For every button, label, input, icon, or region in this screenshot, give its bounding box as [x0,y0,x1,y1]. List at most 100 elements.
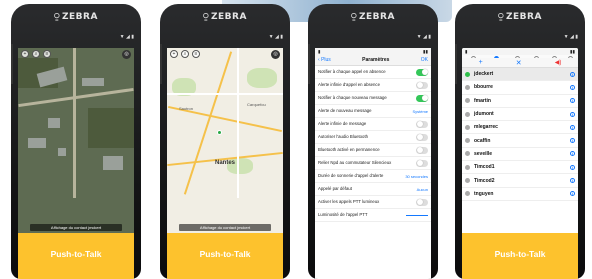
info-icon[interactable]: i [570,151,575,157]
settings-row[interactable]: Relier Npd au commutateur Silencieux [315,157,431,170]
layers-icon[interactable]: ≡ [192,50,200,58]
contact-row[interactable]: Timcod2 i [462,174,578,188]
info-icon[interactable]: i [570,124,575,130]
clear-selection-icon[interactable]: ✕ [516,59,522,67]
push-to-talk-button[interactable]: Push-to-Talk [462,233,578,279]
settings-row-label: Bluetooth activé en permanence [318,147,380,153]
contact-row[interactable]: seveille i [462,148,578,162]
settings-toggle[interactable] [416,146,428,154]
info-icon[interactable]: i [570,164,575,170]
phone-street-map: ⍜ZEBRA ▼ ◢ ▮ ▮▮▮ Historique Contacts Gro… [160,4,290,279]
settings-row[interactable]: Alerte de nouveau message Système [315,105,431,118]
contact-row[interactable]: tnguyen i [462,188,578,201]
settings-toggle[interactable] [416,81,428,89]
presence-dot-icon [465,71,470,77]
contact-name: seveille [474,150,493,157]
speaker-icon[interactable]: ◀) [555,59,562,66]
app-status-bar: ▮▮▮ [315,48,431,55]
search-icon[interactable]: ⌕ [32,50,40,58]
push-to-talk-button[interactable]: Push-to-Talk [167,233,283,279]
back-button[interactable]: ‹ Plus [318,57,331,63]
info-icon[interactable]: i [570,111,575,117]
map-caption: Affichage du contact jmckert [178,224,272,231]
settings-row[interactable]: Autoriser l'audio Bluetooth [315,131,431,144]
system-status-bar: ▼ ◢ ▮ [416,34,431,40]
settings-row-value[interactable]: 30 secondes [405,174,428,179]
locate-me-icon[interactable]: ◎ [122,50,131,59]
contact-row[interactable]: fmartin i [462,95,578,108]
settings-row[interactable]: Activer les appels PTT lumineux [315,196,431,209]
map-tools: + ⌕ ≡ [170,50,200,58]
settings-row[interactable]: Appelé par défaut Aucun [315,183,431,196]
settings-toggle[interactable] [416,68,428,76]
settings-row-label: Notifier à chaque appel en absence [318,69,386,75]
contact-row[interactable]: jdumont i [462,108,578,122]
locate-me-icon[interactable]: ◎ [271,50,280,59]
settings-row-value[interactable]: Système [412,109,428,114]
contact-name: jdumont [474,111,494,118]
presence-dot-icon [465,84,470,90]
brightness-slider[interactable] [406,214,428,216]
ok-button[interactable]: OK [421,57,428,63]
settings-row-label: Autoriser l'audio Bluetooth [318,134,369,140]
zebra-logo: ⍜ ZEBRA [203,12,247,22]
settings-row[interactable]: Alerte infinie de message [315,118,431,131]
settings-row-value[interactable]: Aucun [417,187,428,192]
contacts-toolbar: + ✕ ◀) [462,58,578,68]
contacts-list: jdeckert i bbourre i fmartin i jdumont i mlegarr… [462,68,578,233]
settings-row-label: Durée de sonnerie d'appel d'alerte [318,173,384,179]
info-icon[interactable]: i [570,191,575,197]
settings-toggle[interactable] [416,120,428,128]
settings-row-label: Appelé par défaut [318,186,352,192]
satellite-map[interactable]: + ⌕ ≡ ◎ Affichage du contact jmckert [18,48,134,233]
contact-row[interactable]: bbourre i [462,81,578,95]
settings-row[interactable]: Alerte infinie d'appel en absence [315,79,431,92]
info-icon[interactable]: i [570,71,575,77]
settings-row[interactable]: Bluetooth activé en permanence [315,144,431,157]
settings-row-label: Luminosité de l'appel PTT [318,212,368,218]
settings-toggle[interactable] [416,133,428,141]
contact-row[interactable]: Timcod1 i [462,161,578,175]
street-map[interactable]: Sautron Carquefou Nantes + ⌕ ≡ ◎ Afficha… [167,48,283,233]
presence-dot-icon [465,138,470,144]
settings-row[interactable]: Durée de sonnerie d'appel d'alerte 30 sec… [315,170,431,183]
map-label-nantes: Nantes [215,160,236,166]
settings-toggle[interactable] [416,159,428,167]
info-icon[interactable]: i [570,84,575,90]
search-icon[interactable]: ⌕ [181,50,189,58]
contact-name: Timcod2 [474,177,495,184]
contact-name: tnguyen [474,190,494,197]
presence-dot-icon [465,124,470,130]
system-status-bar: ▼ ◢ ▮ [563,34,578,40]
presence-dot-icon [465,164,470,170]
presence-dot-icon [465,191,470,197]
settings-row-label: Relier Npd au commutateur Silencieux [318,160,392,166]
layers-icon[interactable]: ≡ [43,50,51,58]
phone-settings: ⍜ ZEBRA ▼ ◢ ▮ ▮ ▮▮ ‹ Plus Paramètres OK No… [308,4,438,279]
contact-name: mlegarrec [474,124,498,131]
settings-row[interactable]: Notifier à chaque appel en absence [315,66,431,79]
zoom-in-icon[interactable]: + [21,50,29,58]
settings-row-label: Notifier à chaque nouveau message [318,95,387,101]
presence-dot-icon [465,178,470,184]
settings-row[interactable]: Notifier à chaque nouveau message [315,92,431,105]
settings-row[interactable]: Luminosité de l'appel PTT [315,209,431,222]
info-icon[interactable]: i [570,138,575,144]
zebra-logo: ⍜ ZEBRA [498,12,542,22]
contact-row[interactable]: jdeckert i [462,68,578,82]
contact-location-marker[interactable] [217,130,222,135]
add-contact-icon[interactable]: + [479,59,483,66]
contact-row[interactable]: mlegarrec i [462,121,578,135]
phone-satellite-map: ⍜ZEBRA ▼ ◢ ▮ ▮▮▮ Historique Contacts Gro… [11,4,141,279]
presence-dot-icon [465,111,470,117]
settings-toggle[interactable] [416,94,428,102]
zebra-logo: ⍜ ZEBRA [351,12,395,22]
map-tools: + ⌕ ≡ [21,50,51,58]
push-to-talk-button[interactable]: Push-to-Talk [18,233,134,279]
settings-toggle[interactable] [416,198,428,206]
contact-name: fmartin [474,97,491,104]
contact-row[interactable]: ocaffin i [462,134,578,148]
zoom-in-icon[interactable]: + [170,50,178,58]
info-icon[interactable]: i [570,178,575,184]
info-icon[interactable]: i [570,98,575,104]
